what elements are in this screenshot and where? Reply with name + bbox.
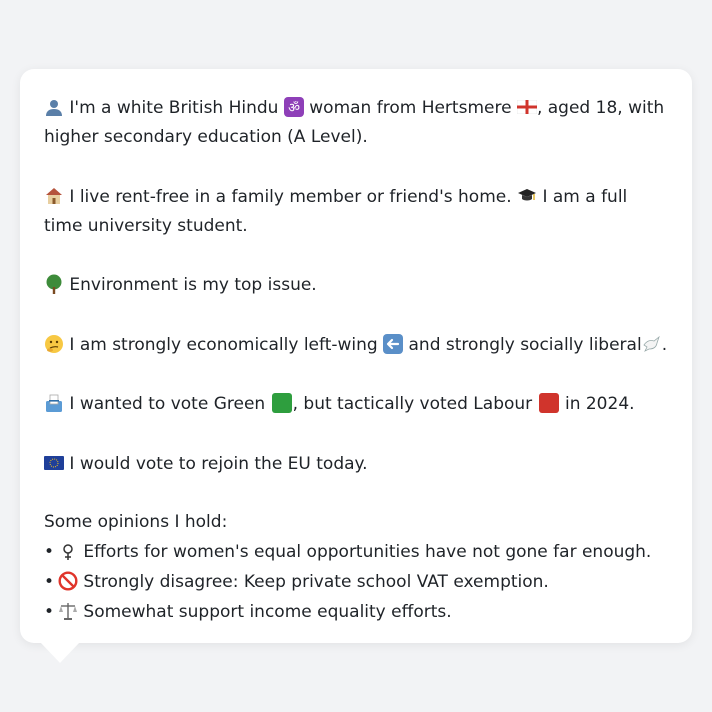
no-entry-icon <box>58 567 78 596</box>
green-square-icon <box>271 393 292 413</box>
vote-text-1: I wanted to vote Green <box>69 394 266 414</box>
list-item: • Strongly disagree: Keep private school… <box>44 567 668 597</box>
identity-text-1: I'm a white British Hindu <box>69 98 279 118</box>
ideology-paragraph: I am strongly economically left-wing and… <box>44 330 668 360</box>
vote-text-2: , but tactically voted Labour <box>292 394 533 414</box>
issue-text: Environment is my top issue. <box>69 275 317 295</box>
house-icon <box>44 182 64 211</box>
thinking-face-icon <box>44 330 64 359</box>
vote-paragraph: I wanted to vote Green , but tactically … <box>44 389 668 419</box>
svg-text:ॐ: ॐ <box>288 101 300 116</box>
person-silhouette-icon <box>44 93 64 122</box>
bubble-tail <box>40 642 80 663</box>
opinion-text: Efforts for women's equal opportunities … <box>83 542 652 562</box>
ideology-text-1: I am strongly economically left-wing <box>69 334 378 355</box>
identity-paragraph: I'm a white British Hindu ॐ woman from H… <box>44 93 668 152</box>
ballot-box-icon <box>44 389 64 418</box>
female-sign-icon <box>58 537 78 566</box>
issue-paragraph: Environment is my top issue. <box>44 270 668 300</box>
om-icon: ॐ <box>283 93 304 122</box>
balance-scale-icon <box>58 597 78 626</box>
red-square-icon <box>538 393 559 413</box>
eu-paragraph: I would vote to rejoin the EU today. <box>44 449 668 479</box>
housing-text-1: I live rent-free in a family member or f… <box>69 186 512 207</box>
ideology-text-3: . <box>661 334 668 355</box>
ideology-text-2: and strongly socially liberal <box>408 334 642 355</box>
opinion-text: Strongly disagree: Keep private school V… <box>83 572 549 592</box>
opinion-text: Somewhat support income equality efforts… <box>83 602 452 622</box>
opinions-heading: Some opinions I hold: <box>44 512 228 532</box>
left-arrow-icon <box>383 330 404 359</box>
housing-paragraph: I live rent-free in a family member or f… <box>44 182 668 241</box>
dove-icon <box>642 330 662 359</box>
list-item: • Somewhat support income equality effor… <box>44 597 668 627</box>
identity-text-2: woman from Hertsmere <box>309 98 512 118</box>
eu-text: I would vote to rejoin the EU today. <box>69 453 368 474</box>
graduation-cap-icon <box>517 182 537 211</box>
opinions-list: • Efforts for women's equal opportunitie… <box>44 537 668 627</box>
vote-text-3: in 2024. <box>564 394 635 414</box>
message-bubble: I'm a white British Hindu ॐ woman from H… <box>20 69 692 643</box>
eu-flag-icon <box>44 449 64 478</box>
england-flag-icon <box>516 93 538 122</box>
list-item: • Efforts for women's equal opportunitie… <box>44 537 668 567</box>
tree-icon <box>44 270 64 299</box>
